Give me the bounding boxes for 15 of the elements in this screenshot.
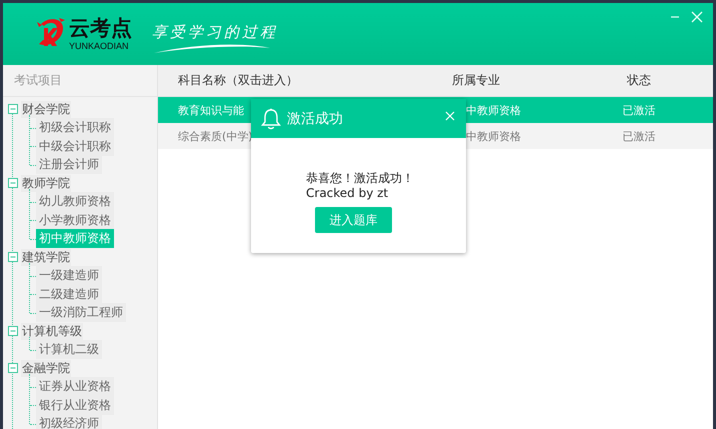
dialog-message: Cracked by zt [306,186,390,201]
table-cell: 中教师资格 [466,102,521,118]
brand-subtitle: YUNKAODIAN [69,41,130,51]
brand-name: 云考点 [69,15,132,41]
column-header: 科目名称（双击进入） [177,72,299,89]
sidebar-title: 考试项目 [3,65,157,97]
column-header: 所属专业 [452,72,501,89]
table-cell: 已激活 [622,102,656,118]
dialog-title: 激活成功 [287,110,343,128]
dialog-message: 恭喜您！激活成功！ [306,171,415,186]
column-header: 状态 [626,72,652,89]
table-cell: 已激活 [622,128,656,144]
slogan: 享受学习的过程 [152,23,278,42]
table-cell: 教育知识与能 [178,102,244,118]
table-cell: 中教师资格 [466,128,521,144]
